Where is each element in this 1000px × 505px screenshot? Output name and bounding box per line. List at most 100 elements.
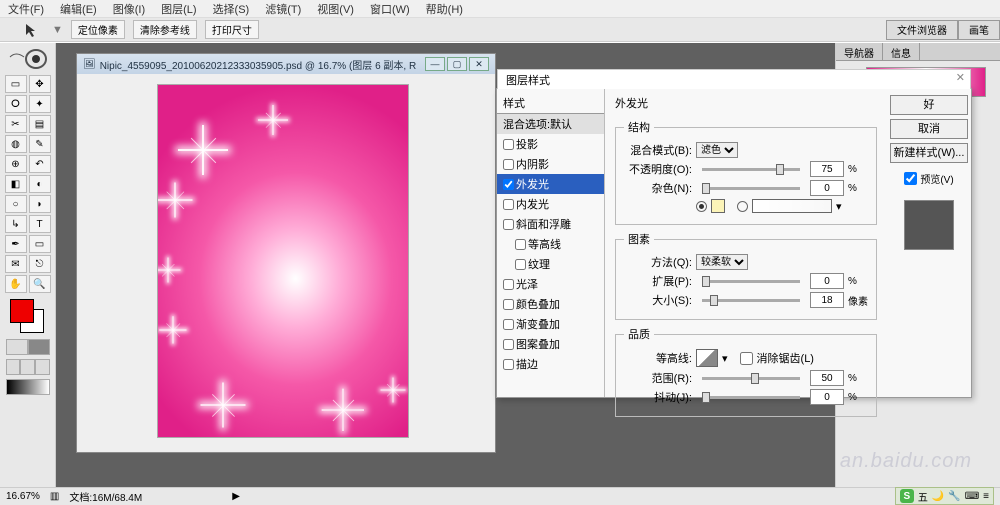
tool-stamp[interactable]: ⊕ (5, 155, 27, 173)
ime-moon-icon[interactable]: 🌙 (932, 491, 944, 502)
tool-brush[interactable]: ✎ (29, 135, 51, 153)
ime-keyboard-icon[interactable]: ⌨ (965, 491, 979, 502)
spread-slider[interactable] (702, 280, 800, 283)
menu-image[interactable]: 图像(I) (113, 1, 145, 17)
ime-logo-icon[interactable]: S (900, 489, 914, 503)
preview-checkbox[interactable] (904, 172, 917, 185)
tab-file-browser[interactable]: 文件浏览器 (886, 20, 958, 40)
antialias-checkbox[interactable] (740, 352, 753, 365)
menu-layer[interactable]: 图层(L) (161, 1, 196, 17)
tool-text[interactable]: T (29, 215, 51, 233)
style-inner-shadow[interactable]: 内阴影 (497, 154, 604, 174)
styles-header[interactable]: 样式 (497, 93, 604, 114)
tool-lasso[interactable]: ⵔ (5, 95, 27, 113)
dialog-close-icon[interactable]: ✕ (956, 71, 965, 84)
range-slider[interactable] (702, 377, 800, 380)
menu-select[interactable]: 选择(S) (213, 1, 250, 17)
dialog-titlebar[interactable]: 图层样式 (497, 69, 971, 89)
menu-edit[interactable]: 编辑(E) (60, 1, 97, 17)
blend-options-item[interactable]: 混合选项:默认 (497, 114, 604, 134)
size-slider[interactable] (702, 299, 800, 302)
document-canvas[interactable] (157, 84, 409, 438)
chk-stroke[interactable] (503, 359, 514, 370)
menu-view[interactable]: 视图(V) (317, 1, 354, 17)
option-print-size[interactable]: 打印尺寸 (205, 20, 259, 39)
chk-inner-shadow[interactable] (503, 159, 514, 170)
chk-texture[interactable] (515, 259, 526, 270)
ime-menu-icon[interactable]: ≡ (983, 491, 989, 502)
contour-dropdown-icon[interactable]: ▾ (722, 352, 728, 365)
document-titlebar[interactable]: 🖼 Nipic_4559095_20100620212333035905.psd… (77, 54, 495, 74)
ime-toolbar[interactable]: S 五 🌙 🔧 ⌨ ≡ (895, 487, 994, 505)
glow-gradient-swatch[interactable] (752, 199, 832, 213)
tool-move[interactable]: ✥ (29, 75, 51, 93)
chk-inner-glow[interactable] (503, 199, 514, 210)
jump-bar[interactable] (6, 379, 50, 395)
chk-color-overlay[interactable] (503, 299, 514, 310)
jitter-slider[interactable] (702, 396, 800, 399)
style-drop-shadow[interactable]: 投影 (497, 134, 604, 154)
option-clear-guides[interactable]: 清除参考线 (133, 20, 197, 39)
menu-window[interactable]: 窗口(W) (370, 1, 410, 17)
gradient-dropdown-icon[interactable]: ▾ (836, 200, 842, 213)
style-satin[interactable]: 光泽 (497, 274, 604, 294)
new-style-button[interactable]: 新建样式(W)... (890, 143, 968, 163)
noise-input[interactable] (810, 180, 844, 196)
tool-wand[interactable]: ✦ (29, 95, 51, 113)
jitter-input[interactable] (810, 389, 844, 405)
style-bevel[interactable]: 斜面和浮雕 (497, 214, 604, 234)
tool-slice[interactable]: ▤ (29, 115, 51, 133)
style-gradient-overlay[interactable]: 渐变叠加 (497, 314, 604, 334)
status-arrow-icon[interactable]: ▶ (232, 491, 240, 502)
chk-outer-glow[interactable] (503, 179, 514, 190)
zoom-level[interactable]: 16.67% (6, 491, 40, 502)
menu-help[interactable]: 帮助(H) (426, 1, 463, 17)
close-button[interactable]: ✕ (469, 57, 489, 71)
tool-heal[interactable]: ◍ (5, 135, 27, 153)
tab-brush[interactable]: 画笔 (958, 20, 1000, 40)
technique-select[interactable]: 较柔软 (696, 254, 748, 270)
tool-dodge[interactable]: ◗ (29, 195, 51, 213)
maximize-button[interactable]: ▢ (447, 57, 467, 71)
noise-slider[interactable] (702, 187, 800, 190)
style-color-overlay[interactable]: 颜色叠加 (497, 294, 604, 314)
tool-shape[interactable]: ▭ (29, 235, 51, 253)
opacity-input[interactable] (810, 161, 844, 177)
tool-hand[interactable]: ✋ (5, 275, 27, 293)
tool-gradient[interactable]: ◐ (29, 175, 51, 193)
opacity-slider[interactable] (702, 168, 800, 171)
spread-input[interactable] (810, 273, 844, 289)
chk-gradient-overlay[interactable] (503, 319, 514, 330)
edit-mode-bar[interactable] (6, 339, 50, 355)
glow-color-radio[interactable] (696, 201, 707, 212)
ime-mode-label[interactable]: 五 (918, 489, 928, 504)
tool-path[interactable]: ↳ (5, 215, 27, 233)
color-swatch[interactable] (8, 299, 48, 335)
style-contour[interactable]: 等高线 (497, 234, 604, 254)
chk-bevel[interactable] (503, 219, 514, 230)
style-stroke[interactable]: 描边 (497, 354, 604, 374)
style-texture[interactable]: 纹理 (497, 254, 604, 274)
glow-gradient-radio[interactable] (737, 201, 748, 212)
tool-eraser[interactable]: ◧ (5, 175, 27, 193)
chk-pattern-overlay[interactable] (503, 339, 514, 350)
style-outer-glow[interactable]: 外发光 (497, 174, 604, 194)
tool-zoom[interactable]: 🔍 (29, 275, 51, 293)
option-locate-pixel[interactable]: 定位像素 (71, 20, 125, 39)
glow-color-swatch[interactable] (711, 199, 725, 213)
tool-history[interactable]: ↶ (29, 155, 51, 173)
tool-marquee[interactable]: ▭ (5, 75, 27, 93)
style-inner-glow[interactable]: 内发光 (497, 194, 604, 214)
tool-crop[interactable]: ✂ (5, 115, 27, 133)
menu-file[interactable]: 文件(F) (8, 1, 44, 17)
tab-info[interactable]: 信息 (883, 43, 920, 60)
range-input[interactable] (810, 370, 844, 386)
menu-filter[interactable]: 滤镜(T) (265, 1, 301, 17)
cancel-button[interactable]: 取消 (890, 119, 968, 139)
style-pattern-overlay[interactable]: 图案叠加 (497, 334, 604, 354)
tab-navigator[interactable]: 导航器 (836, 43, 883, 60)
tool-pen[interactable]: ✒ (5, 235, 27, 253)
contour-picker[interactable] (696, 349, 718, 367)
tool-eyedrop[interactable]: ⎋ (29, 255, 51, 273)
ime-wrench-icon[interactable]: 🔧 (948, 491, 960, 502)
